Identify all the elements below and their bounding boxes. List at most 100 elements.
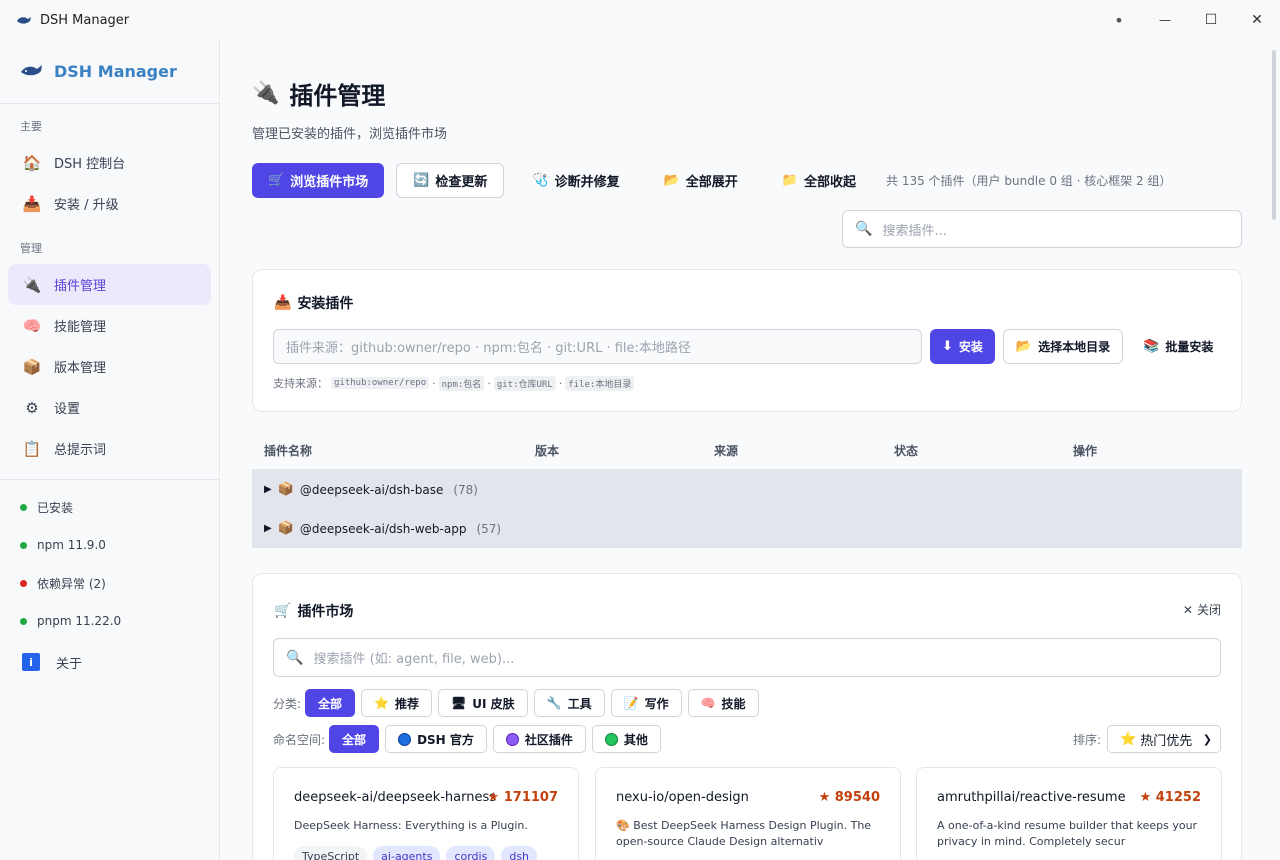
plugin-source-input[interactable]: 插件来源：github:owner/repo · npm:包名 · git:UR…: [273, 329, 922, 364]
star-icon: ⭐: [1120, 731, 1137, 747]
chip-label: 技能: [721, 696, 746, 711]
sidebar-item-label: 版本管理: [54, 361, 107, 376]
refresh-icon: 🔄: [413, 173, 430, 188]
plugin-card[interactable]: nexu-io/open-design ★ 89540 🎨 Best DeepS…: [595, 767, 901, 860]
category-chip-tools[interactable]: 🔧 工具: [533, 689, 605, 717]
plugin-card[interactable]: deepseek-ai/deepseek-harness ★ 171107 De…: [273, 767, 579, 860]
namespace-label: 命名空间:: [273, 732, 326, 747]
chip-label: DSH 官方: [417, 732, 474, 747]
diagnose-button[interactable]: 🩺 诊断并修复: [516, 163, 635, 198]
sort-select[interactable]: ⭐ 热门优先 ❯: [1107, 725, 1221, 753]
dot-icon[interactable]: •: [1096, 0, 1142, 40]
table-group-row[interactable]: ▶ 📦 @deepseek-ai/dsh-base (78): [252, 470, 1242, 509]
sidebar-item-about[interactable]: i 关于: [8, 640, 211, 684]
page-subtitle: 管理已安装的插件，浏览插件市场: [252, 127, 448, 142]
chip-label: 其他: [623, 732, 648, 747]
sidebar-item-label: 插件管理: [54, 279, 107, 294]
plugin-name[interactable]: nexu-io/open-design: [616, 790, 749, 805]
expand-triangle-icon[interactable]: ▶: [264, 484, 272, 495]
sidebar-item-versions[interactable]: 📦 版本管理: [8, 346, 211, 387]
search-icon: 🔍: [855, 221, 873, 237]
status-label: npm 11.9.0: [37, 538, 106, 552]
close-market-button[interactable]: ✕ 关闭: [1183, 601, 1221, 618]
package-icon: 📦: [277, 482, 294, 497]
sidebar-item-settings[interactable]: ⚙ 设置: [8, 387, 211, 428]
scrollbar[interactable]: [1272, 50, 1276, 220]
plugin-card[interactable]: amruthpillai/reactive-resume ★ 41252 A o…: [916, 767, 1222, 860]
col-source[interactable]: 来源: [714, 442, 894, 459]
memo-icon: 📝: [623, 696, 639, 710]
sidebar-item-console[interactable]: 🏠 DSH 控制台: [8, 142, 211, 183]
tag[interactable]: ai-agents: [373, 846, 441, 860]
sidebar-item-skills[interactable]: 🧠 技能管理: [8, 305, 211, 346]
sidebar-item-label: 总提示词: [54, 443, 107, 458]
collapse-all-button[interactable]: 📁 全部收起: [766, 163, 872, 198]
search-placeholder: 搜索插件...: [882, 223, 947, 239]
minimize-button[interactable]: —: [1142, 0, 1188, 40]
col-name[interactable]: 插件名称: [252, 442, 535, 459]
plug-icon: 🔌: [22, 275, 42, 294]
button-label: 关闭: [1196, 603, 1221, 617]
category-chip-all[interactable]: 全部: [305, 689, 356, 717]
namespace-chip-other[interactable]: 其他: [591, 725, 661, 753]
plug-icon: 🔌: [252, 81, 280, 106]
maximize-button[interactable]: ☐: [1188, 0, 1234, 40]
chip-label: UI 皮肤: [472, 696, 515, 711]
plugin-count: 共 135 个插件（用户 bundle 0 组 · 核心框架 2 组）: [886, 174, 1172, 188]
category-chip-ui-skin[interactable]: 🖥 UI 皮肤: [438, 689, 528, 717]
plugin-search-input[interactable]: 🔍 搜索插件...: [842, 210, 1242, 248]
plugin-name[interactable]: deepseek-ai/deepseek-harness: [294, 790, 496, 805]
chevron-down-icon: ❯: [1202, 732, 1212, 746]
expand-triangle-icon[interactable]: ▶: [264, 523, 272, 534]
chip-label: 全部: [342, 732, 367, 747]
folder-icon: 📁: [781, 173, 798, 188]
batch-install-button[interactable]: 📚 批量安装: [1131, 329, 1225, 364]
category-chip-skills[interactable]: 🧠 技能: [687, 689, 759, 717]
table-group-row[interactable]: ▶ 📦 @deepseek-ai/dsh-web-app (57): [252, 509, 1242, 548]
window-title: DSH Manager: [40, 12, 130, 28]
plugin-desc: 🎨 Best DeepSeek Harness Design Plugin. T…: [616, 818, 886, 850]
brand[interactable]: DSH Manager: [0, 40, 219, 104]
hint-sep: ·: [487, 376, 491, 390]
choose-local-dir-button[interactable]: 📂 选择本地目录: [1002, 329, 1124, 364]
expand-all-button[interactable]: 📂 全部展开: [648, 163, 754, 198]
close-window-button[interactable]: ✕: [1234, 0, 1280, 40]
category-label: 分类:: [273, 696, 302, 711]
namespace-chip-community[interactable]: 社区插件: [492, 725, 586, 753]
category-chip-recommended[interactable]: ⭐ 推荐: [361, 689, 433, 717]
namespace-chip-official[interactable]: DSH 官方: [385, 725, 487, 753]
market-search-input[interactable]: 🔍 搜索插件 (如: agent, file, web)...: [273, 638, 1221, 677]
package-icon: 📦: [22, 357, 42, 376]
clipboard-icon: 📋: [22, 439, 42, 458]
category-chip-writing[interactable]: 📝 写作: [610, 689, 682, 717]
hint-source: file:本地目录: [565, 375, 635, 391]
status-deps-error[interactable]: 依赖异常 (2): [8, 564, 211, 602]
check-updates-button[interactable]: 🔄 检查更新: [396, 163, 505, 198]
brain-icon: 🧠: [700, 696, 716, 710]
page-header: 🔌 插件管理 管理已安装的插件，浏览插件市场: [252, 76, 447, 142]
button-label: 浏览插件市场: [290, 175, 369, 190]
install-card-title: 📥 安装插件: [274, 293, 353, 313]
namespace-chip-all[interactable]: 全部: [329, 725, 380, 753]
col-version[interactable]: 版本: [535, 442, 714, 459]
market-card: 🛒 插件市场 ✕ 关闭 🔍 搜索插件 (如: agent, file, web)…: [252, 573, 1242, 860]
tag[interactable]: cordis: [446, 846, 496, 860]
plugin-desc: DeepSeek Harness: Everything is a Plugin…: [294, 819, 528, 832]
sidebar-item-prompts[interactable]: 📋 总提示词: [8, 428, 211, 469]
chip-label: 写作: [644, 696, 669, 711]
sidebar-item-install[interactable]: 📥 安装 / 升级: [8, 183, 211, 224]
sidebar-item-plugins[interactable]: 🔌 插件管理: [8, 264, 211, 305]
status-label: 依赖异常 (2): [37, 576, 106, 591]
tag[interactable]: dsh: [501, 846, 538, 860]
install-button[interactable]: ⬇ 安装: [930, 329, 995, 364]
plugin-stars: ★ 171107: [487, 790, 558, 805]
green-circle-icon: [604, 732, 618, 746]
plugin-name[interactable]: amruthpillai/reactive-resume: [937, 790, 1126, 805]
namespace-filter: 命名空间: 全部 DSH 官方 社区插件 其他: [273, 725, 667, 753]
plugin-desc-text: Best DeepSeek Harness Design Plugin. The…: [616, 819, 872, 848]
source-placeholder: 插件来源：github:owner/repo · npm:包名 · git:UR…: [286, 341, 691, 356]
col-status[interactable]: 状态: [894, 442, 1073, 459]
browse-market-button[interactable]: 🛒 浏览插件市场: [252, 163, 385, 198]
install-hint: 支持来源： github:owner/repo · npm:包名 · git:仓…: [273, 375, 637, 391]
status-label: pnpm 11.22.0: [37, 614, 122, 628]
